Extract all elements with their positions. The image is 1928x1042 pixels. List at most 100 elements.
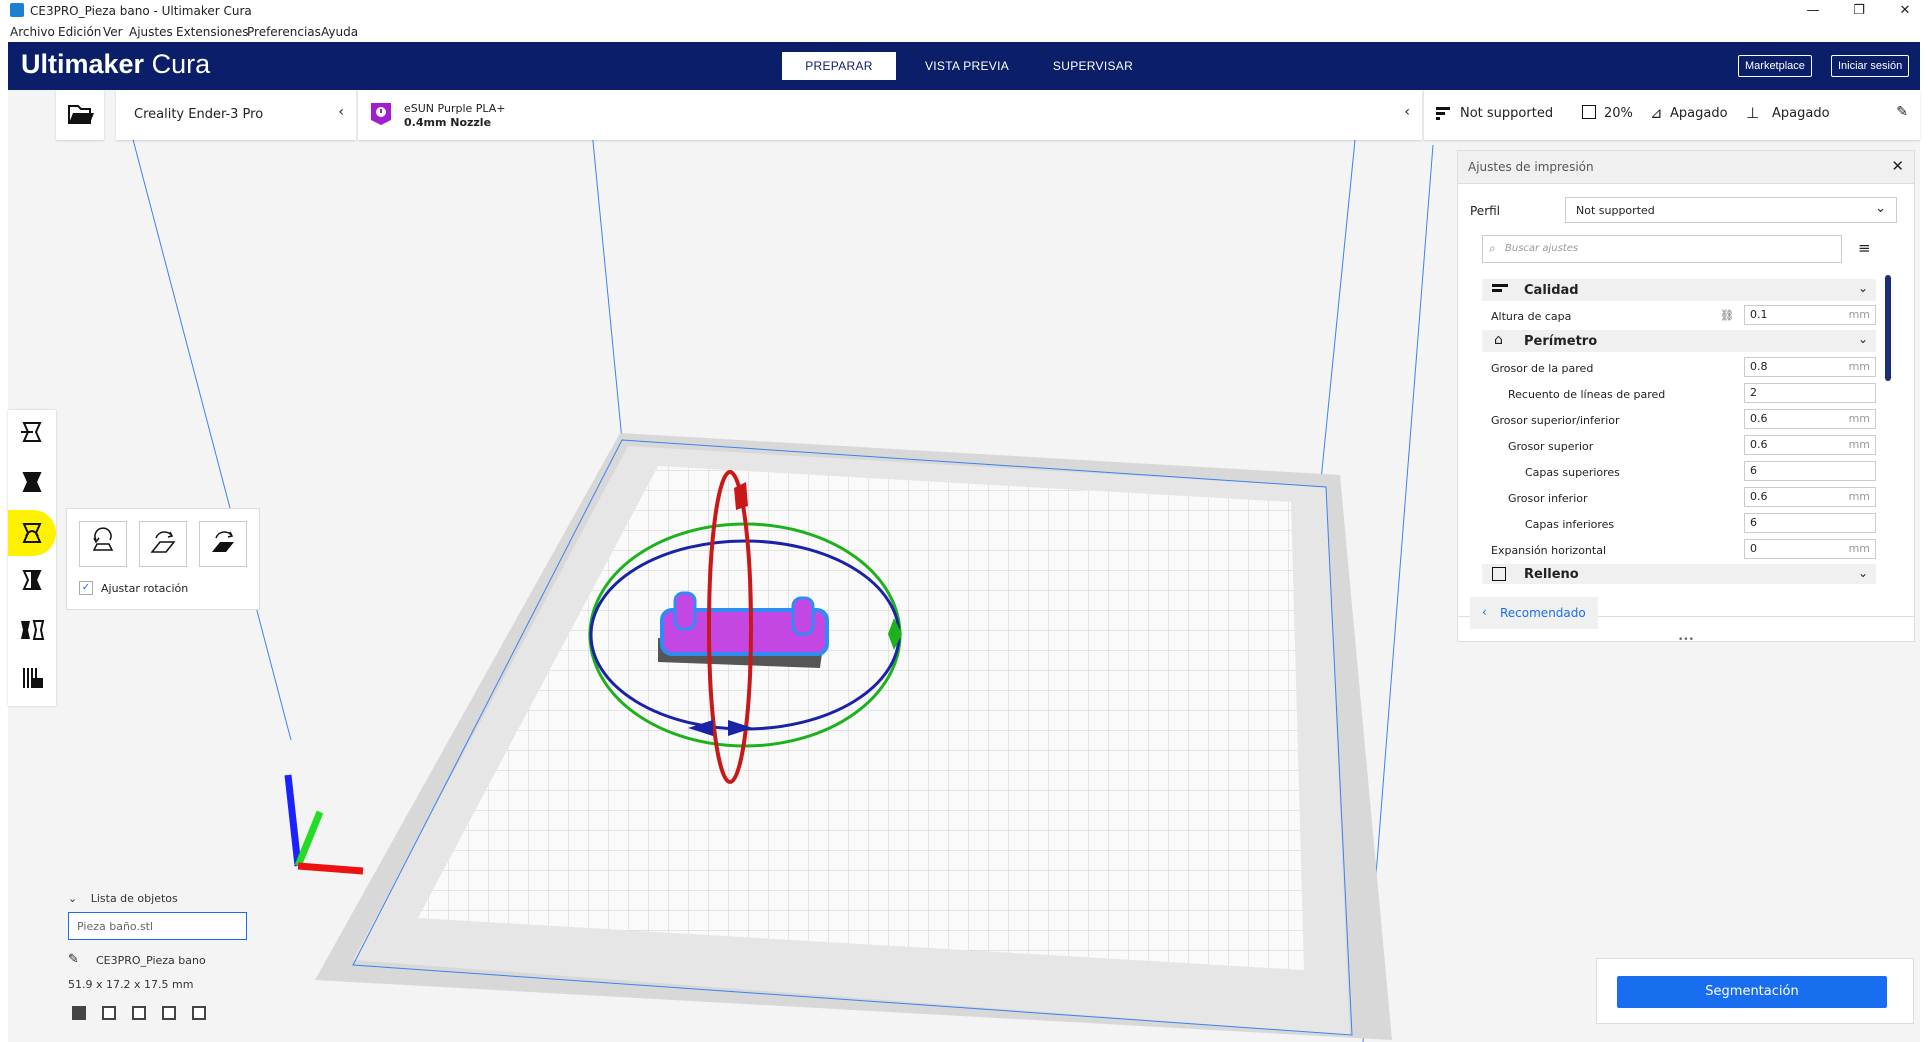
profile-summary: Not supported xyxy=(1460,106,1554,121)
view-front-icon[interactable] xyxy=(102,1006,116,1020)
reset-rotation-button[interactable] xyxy=(79,521,127,567)
category-relleno[interactable]: Relleno ⌄ xyxy=(1482,564,1876,584)
tab-preparar[interactable]: PREPARAR xyxy=(782,52,896,80)
profile-label: Perfil xyxy=(1470,204,1501,218)
mirror-tool-button[interactable] xyxy=(14,562,50,598)
view-right-icon[interactable] xyxy=(192,1006,206,1020)
model-peg-left xyxy=(673,591,697,631)
menu-preferencias[interactable]: Preferencias xyxy=(247,25,321,39)
menu-edicion[interactable]: Edición xyxy=(58,25,101,39)
slice-panel: Segmentación xyxy=(1596,958,1914,1024)
axis-y-icon xyxy=(294,810,324,868)
pencil-icon[interactable]: ✎ xyxy=(68,952,79,967)
infill-category-icon xyxy=(1492,567,1506,581)
setting-input-horizontal-expansion[interactable]: 0 mm xyxy=(1744,539,1876,559)
setting-input-bottom-thickness[interactable]: 0.6 mm xyxy=(1744,487,1876,507)
maximize-button[interactable]: ❐ xyxy=(1836,0,1882,22)
menu-ajustes[interactable]: Ajustes xyxy=(129,25,173,39)
volume-edge-back-right xyxy=(1319,90,1361,491)
settings-visibility-menu-icon[interactable]: ≡ xyxy=(1858,239,1871,257)
menu-ver[interactable]: Ver xyxy=(103,25,123,39)
setting-input-top-layers[interactable]: 6 xyxy=(1744,461,1876,481)
recommended-button[interactable]: ‹ Recomendado xyxy=(1470,597,1598,629)
scale-tool-button[interactable] xyxy=(14,464,50,500)
profile-dropdown[interactable]: Not supported ⌄ xyxy=(1565,197,1897,223)
reset-rotation-icon xyxy=(92,527,114,551)
setting-input-layer-height[interactable]: 0.1 mm xyxy=(1744,305,1876,325)
setting-input-wall-thickness[interactable]: 0.8 mm xyxy=(1744,357,1876,377)
profile-dropdown-value: Not supported xyxy=(1576,204,1655,217)
setting-label: Grosor superior/inferior xyxy=(1491,414,1620,427)
view-top-icon[interactable] xyxy=(132,1006,146,1020)
setting-label: Altura de capa xyxy=(1491,310,1572,323)
view-left-icon[interactable] xyxy=(162,1006,176,1020)
setting-label: Grosor de la pared xyxy=(1491,362,1594,375)
search-icon: ⌕ xyxy=(1489,241,1496,255)
login-button[interactable]: Iniciar sesión xyxy=(1831,55,1910,77)
support-blocker-button[interactable] xyxy=(14,660,50,696)
quality-category-icon xyxy=(1492,284,1508,296)
slice-button[interactable]: Segmentación xyxy=(1617,976,1887,1008)
app-icon xyxy=(10,3,24,17)
close-panel-icon[interactable]: ✕ xyxy=(1891,157,1904,175)
search-settings-input[interactable]: ⌕ Buscar ajustes xyxy=(1482,235,1842,263)
printer-selector[interactable]: Creality Ender-3 Pro ‹ xyxy=(116,90,356,140)
object-name: Pieza baño.stl xyxy=(77,920,154,933)
category-label: Perímetro xyxy=(1524,334,1598,349)
open-file-button[interactable] xyxy=(56,90,104,140)
setting-input-bottom-layers[interactable]: 6 xyxy=(1744,513,1876,533)
search-placeholder: Buscar ajustes xyxy=(1505,243,1579,254)
move-tool-button[interactable] xyxy=(14,414,50,450)
axis-z-icon xyxy=(284,774,302,867)
chevron-left-icon: ‹ xyxy=(338,104,344,120)
object-list-item[interactable]: Pieza baño.stl xyxy=(68,912,247,940)
align-face-icon xyxy=(212,531,234,552)
link-icon: ⛓ xyxy=(1720,309,1734,322)
tab-vista-previa[interactable]: VISTA PREVIA xyxy=(912,52,1022,80)
recommended-label: Recomendado xyxy=(1500,606,1586,620)
app-logo: Ultimaker Cura xyxy=(21,49,211,79)
scale-tool-icon xyxy=(22,472,42,492)
view-3d-icon[interactable] xyxy=(72,1006,86,1020)
object-list-header: Lista de objetos xyxy=(90,892,178,905)
menu-ayuda[interactable]: Ayuda xyxy=(321,25,358,39)
window-title: CE3PRO_Pieza bano - Ultimaker Cura xyxy=(30,4,252,18)
volume-edge-left xyxy=(119,90,292,741)
move-tool-icon xyxy=(21,422,42,442)
select-face-to-align-button[interactable] xyxy=(199,521,247,567)
category-calidad[interactable]: Calidad ⌄ xyxy=(1482,279,1876,301)
lay-flat-button[interactable] xyxy=(139,521,187,567)
menu-extensiones[interactable]: Extensiones xyxy=(176,25,249,39)
adhesion-summary: Apagado xyxy=(1772,106,1830,121)
setting-input-top-bottom-thickness[interactable]: 0.6 mm xyxy=(1744,409,1876,429)
rotate-tool-button[interactable] xyxy=(8,510,56,556)
lay-flat-icon xyxy=(150,531,176,553)
setting-label: Grosor inferior xyxy=(1508,492,1588,505)
rotate-tool-icon xyxy=(22,523,42,543)
material-name: eSUN Purple PLA+ xyxy=(404,102,506,115)
category-perimetro[interactable]: ⌂ Perímetro ⌄ xyxy=(1482,330,1876,352)
per-model-settings-button[interactable] xyxy=(14,612,50,648)
chevron-down-icon: ⌄ xyxy=(1857,281,1868,295)
infill-icon xyxy=(1582,105,1596,119)
model-dimensions: 51.9 x 17.2 x 17.5 mm xyxy=(68,978,194,991)
axis-x-icon xyxy=(297,862,364,875)
category-label: Calidad xyxy=(1524,283,1579,298)
panel-resize-handle[interactable]: ••• xyxy=(1678,635,1694,645)
menu-archivo[interactable]: Archivo xyxy=(10,25,55,39)
snap-rotation-checkbox[interactable]: ✓ xyxy=(79,581,93,595)
tab-supervisar[interactable]: SUPERVISAR xyxy=(1038,52,1148,80)
close-window-button[interactable]: ✕ xyxy=(1882,0,1928,22)
material-selector[interactable]: eSUN Purple PLA+ 0.4mm Nozzle ‹ xyxy=(358,90,1422,140)
setting-input-wall-line-count[interactable]: 2 xyxy=(1744,383,1876,403)
minimize-button[interactable]: — xyxy=(1790,0,1836,22)
object-list-toggle[interactable]: ⌄ Lista de objetos xyxy=(68,892,178,905)
setting-label: Expansión horizontal xyxy=(1491,544,1607,557)
print-setup-selector[interactable]: Not supported 20% ⊿ Apagado ⊥ Apagado ✎ xyxy=(1424,90,1920,140)
quality-icon xyxy=(1436,106,1450,120)
settings-scrollbar[interactable] xyxy=(1885,275,1891,381)
setting-input-top-thickness[interactable]: 0.6 mm xyxy=(1744,435,1876,455)
build-plate-grid xyxy=(418,466,1304,970)
marketplace-button[interactable]: Marketplace xyxy=(1738,55,1812,77)
category-label: Relleno xyxy=(1524,567,1579,582)
